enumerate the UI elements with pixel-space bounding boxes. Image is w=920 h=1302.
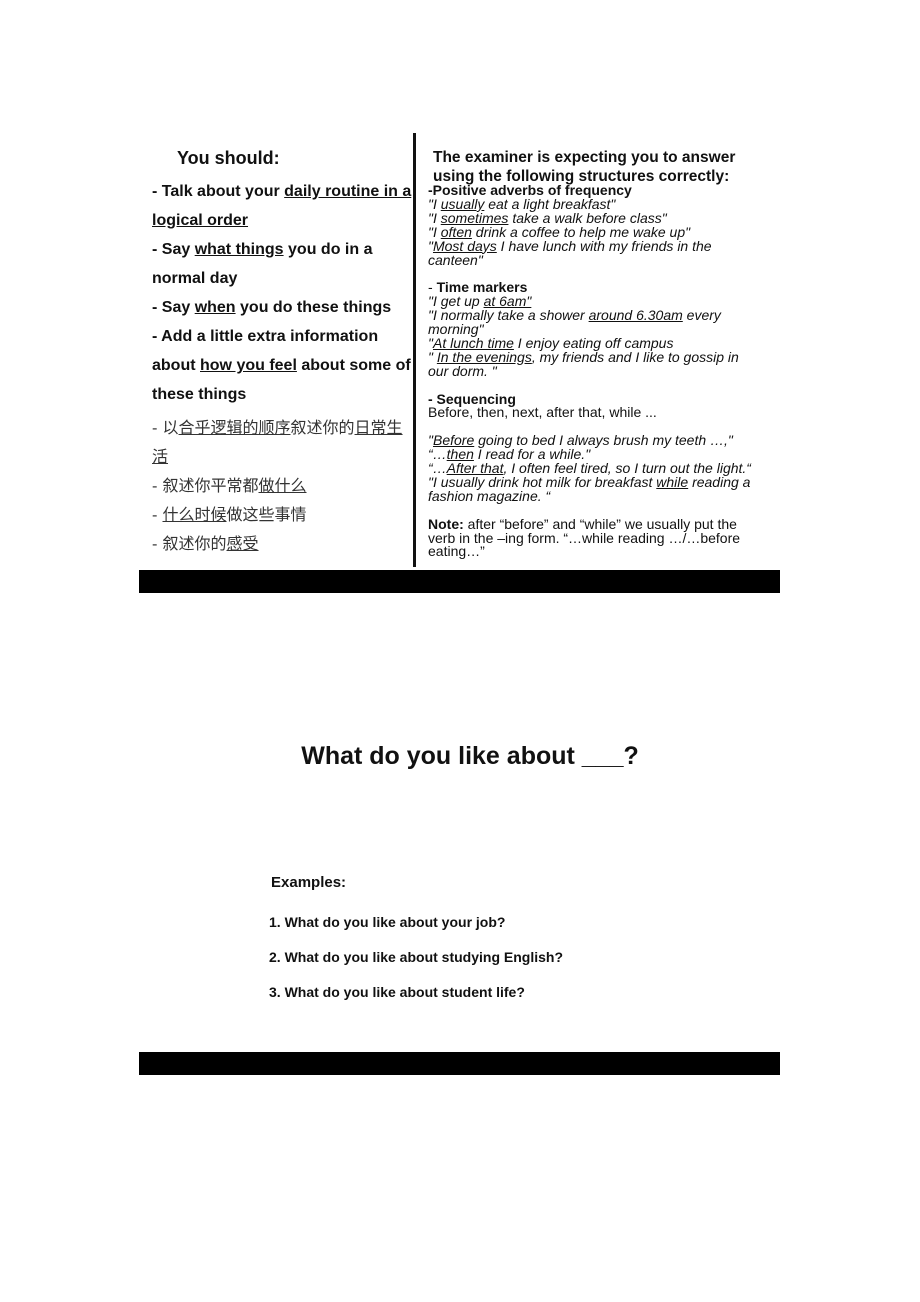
right-heading: The examiner is expecting you to answer … [433, 148, 735, 186]
text-segment: 合乎逻辑的顺序 [178, 418, 291, 437]
text-line: - Sequencing [428, 392, 516, 406]
text-segment: - Add a little extra information [152, 328, 379, 345]
text-segment: 叙述你的 [290, 418, 355, 437]
text-segment: logical order [152, 212, 249, 229]
text-segment: fashion magazine. “ [428, 487, 551, 504]
example-item: 1. What do you like about your job? [269, 914, 506, 930]
text-segment: eating…” [428, 543, 485, 560]
column-divider [413, 133, 416, 567]
text-segment: - [152, 505, 163, 524]
text-line: "I often drink a coffee to help me wake … [428, 225, 690, 239]
text-line: "I get up at 6am" [428, 294, 531, 308]
text-segment: , my friends and I like to gossip in [531, 348, 739, 365]
text-line: Before, then, next, after that, while ..… [428, 405, 657, 419]
text-segment: - Say [152, 241, 195, 258]
text-segment: these things [152, 386, 247, 403]
text-segment: when [194, 299, 236, 316]
text-segment: - 叙述你的 [152, 534, 227, 553]
text-line: “…then I read for a while." [428, 447, 590, 461]
text-line: "I sometimes take a walk before class" [428, 211, 667, 225]
example-item: 2. What do you like about studying Engli… [269, 949, 564, 965]
text-segment: - Talk about your [152, 183, 285, 200]
text-line: - Talk about your daily routine in a [152, 183, 411, 201]
text-segment: normal day [152, 270, 238, 287]
text-segment: about [152, 357, 200, 374]
text-segment: 做什么 [258, 476, 307, 495]
text-line: fashion magazine. “ [428, 489, 550, 503]
text-segment: daily routine in a [284, 183, 412, 200]
text-line: “…After that, I often feel tired, so I t… [428, 461, 751, 475]
text-line: "At lunch time I enjoy eating off campus [428, 336, 673, 350]
question-title: What do you like about ___? [301, 742, 639, 770]
text-line: - 叙述你平常都做什么 [152, 472, 307, 496]
text-line: - Say when you do these things [152, 299, 391, 317]
text-line: Note: after “before” and “while” we usua… [428, 517, 737, 531]
section-divider-bar [139, 570, 780, 593]
text-line: - 什么时候做这些事情 [152, 501, 307, 525]
text-segment: - 叙述你平常都 [152, 476, 259, 495]
text-line: these things [152, 386, 246, 404]
text-segment: 感受 [226, 534, 259, 553]
text-line: 活 [152, 443, 168, 467]
right-heading-line1: The examiner is expecting you to answer [433, 149, 736, 166]
text-line: - Add a little extra information [152, 328, 378, 346]
text-line: verb in the –ing form. “…while reading …… [428, 531, 740, 545]
text-line: canteen" [428, 253, 483, 267]
text-segment: canteen" [428, 251, 483, 268]
text-line: logical order [152, 212, 248, 230]
text-line: - 叙述你的感受 [152, 530, 259, 554]
text-segment: 做这些事情 [226, 505, 307, 524]
text-segment: you do in a [283, 241, 373, 258]
text-line: our dorm. " [428, 364, 497, 378]
text-segment: Before, then, next, after that, while ..… [428, 404, 657, 421]
text-line: about how you feel about some of [152, 357, 411, 375]
text-line: - 以合乎逻辑的顺序叙述你的日常生 [152, 414, 403, 438]
examples-label: Examples: [271, 874, 347, 891]
text-line: eating…” [428, 544, 485, 558]
text-line: "I normally take a shower around 6.30am … [428, 308, 721, 322]
text-line: "I usually eat a light breakfast" [428, 197, 615, 211]
text-segment: what things [194, 241, 284, 258]
text-segment: 什么时候 [162, 505, 227, 524]
text-line: - Say what things you do in a [152, 241, 372, 259]
text-segment: reading a [688, 473, 751, 490]
text-line: -Positive adverbs of frequency [428, 183, 632, 197]
text-segment: around 6.30am [588, 307, 683, 324]
text-segment: every [682, 307, 721, 324]
text-line: "I usually drink hot milk for breakfast … [428, 475, 750, 489]
text-segment: 日常生 [354, 418, 403, 437]
text-line: " In the evenings, my friends and I like… [428, 350, 739, 364]
text-line: normal day [152, 270, 237, 288]
text-segment: how you feel [200, 357, 297, 374]
text-segment: our dorm. " [428, 362, 497, 379]
text-segment: - Say [152, 299, 195, 316]
section-divider-bar [139, 1052, 780, 1075]
example-item: 3. What do you like about student life? [269, 984, 525, 1000]
text-segment: - 以 [152, 418, 179, 437]
text-line: morning" [428, 322, 484, 336]
text-line: "Before going to bed I always brush my t… [428, 433, 733, 447]
left-heading: You should: [177, 148, 280, 168]
text-segment: 活 [152, 447, 169, 466]
text-line: "Most days I have lunch with my friends … [428, 239, 712, 253]
text-line: - Time markers [428, 280, 527, 294]
text-segment: you do these things [235, 299, 392, 316]
text-segment: about some of [296, 357, 411, 374]
text-segment: I have lunch with my friends in the [496, 237, 712, 254]
text-segment: while [656, 473, 689, 490]
